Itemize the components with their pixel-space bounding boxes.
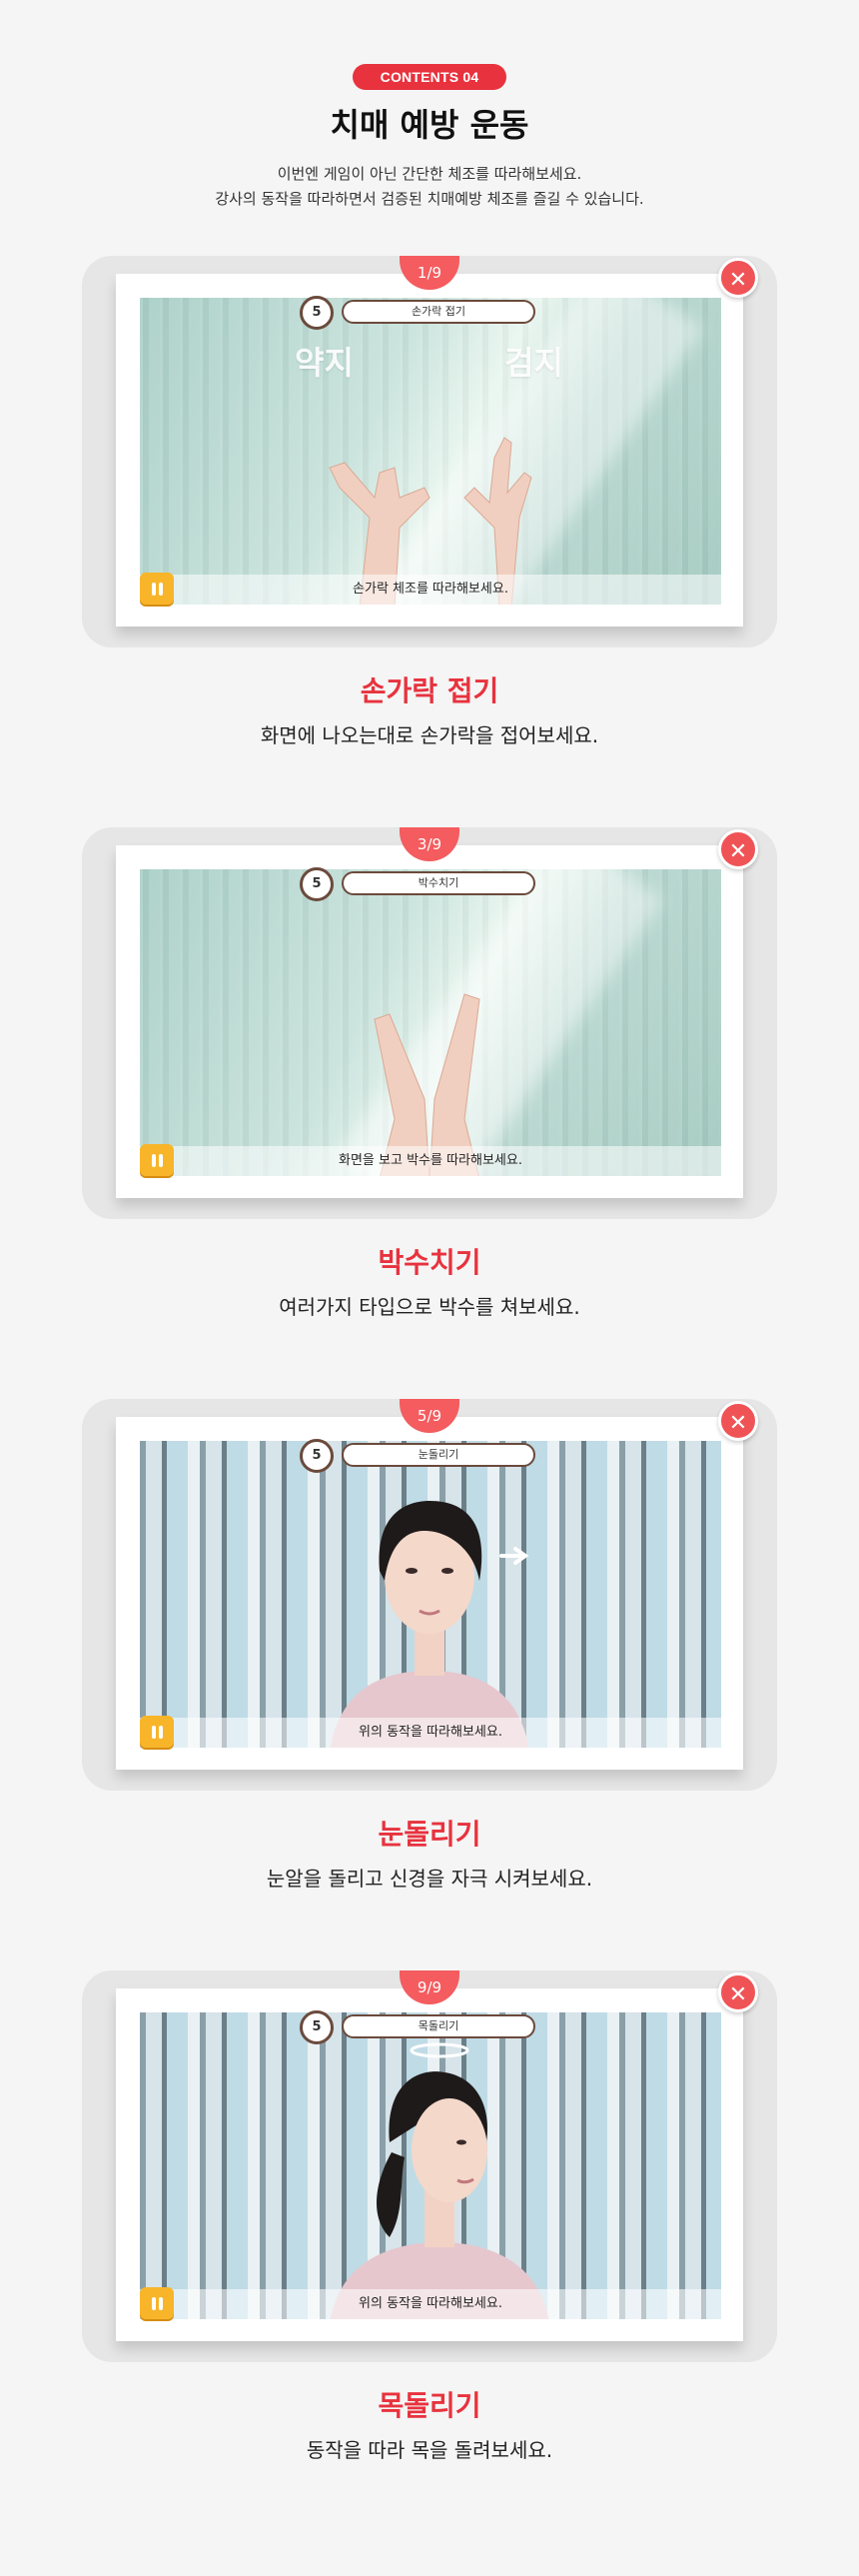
exercise-name: 목돌리기: [418, 2019, 459, 2032]
close-icon[interactable]: ✕: [718, 829, 758, 869]
section-title: 눈돌리기: [378, 1818, 481, 1851]
overlay-controls: 박수치기 5: [140, 867, 721, 1176]
stopwatch-icon: 5: [300, 1439, 334, 1473]
page-title: 치매 예방 운동: [330, 106, 529, 144]
stopwatch-icon: 5: [300, 296, 334, 330]
timer-bar: 박수치기: [342, 871, 535, 895]
section-title: 박수치기: [378, 1246, 481, 1279]
pause-icon[interactable]: [140, 573, 174, 605]
overlay-controls: 눈돌리기 5: [140, 1439, 721, 1748]
timer-bar: 손가락 접기: [342, 300, 535, 324]
close-icon[interactable]: ✕: [718, 258, 758, 298]
exercise-card: 화면을 보고 박수를 따라해보세요. 박수치기 5 3/9 ✕: [82, 827, 777, 1219]
section-title: 손가락 접기: [360, 674, 499, 707]
section-title: 목돌리기: [378, 2389, 481, 2422]
section-desc: 여러가지 타입으로 박수를 쳐보세요.: [279, 1295, 580, 1319]
overlay-controls: 손가락 접기 5: [140, 296, 721, 605]
exercise-card: 약지 검지 손가락 체조를 따라해보세요. 손가락 접기 5 1/9 ✕: [82, 256, 777, 647]
close-icon[interactable]: ✕: [718, 1972, 758, 2012]
section-desc: 눈알을 돌리고 신경을 자극 시켜보세요.: [266, 1867, 593, 1891]
intro-line-2: 강사의 동작을 따라하면서 검증된 치매예방 체조를 즐길 수 있습니다.: [215, 190, 644, 208]
overlay-controls: 목돌리기 5: [140, 2010, 721, 2319]
contents-badge: CONTENTS 04: [353, 64, 506, 90]
stopwatch-icon: 5: [300, 2010, 334, 2044]
timer-bar: 눈돌리기: [342, 1443, 535, 1467]
exercise-card: 위의 동작을 따라해보세요. 눈돌리기 5 5/9 ✕: [82, 1399, 777, 1791]
section-desc: 화면에 나오는대로 손가락을 접어보세요.: [260, 723, 599, 747]
pause-icon[interactable]: [140, 1716, 174, 1748]
section-desc: 동작을 따라 목을 돌려보세요.: [306, 2438, 553, 2462]
close-icon[interactable]: ✕: [718, 1401, 758, 1441]
stopwatch-icon: 5: [300, 867, 334, 901]
exercise-name: 손가락 접기: [411, 305, 466, 318]
timer-bar: 목돌리기: [342, 2014, 535, 2038]
exercise-name: 박수치기: [418, 876, 459, 889]
exercise-name: 눈돌리기: [418, 1448, 459, 1461]
exercise-card: 위의 동작을 따라해보세요. 목돌리기 5 9/9 ✕: [82, 1970, 777, 2362]
intro-line-1: 이번엔 게임이 아닌 간단한 체조를 따라해보세요.: [277, 165, 582, 183]
pause-icon[interactable]: [140, 2287, 174, 2319]
pause-icon[interactable]: [140, 1144, 174, 1176]
